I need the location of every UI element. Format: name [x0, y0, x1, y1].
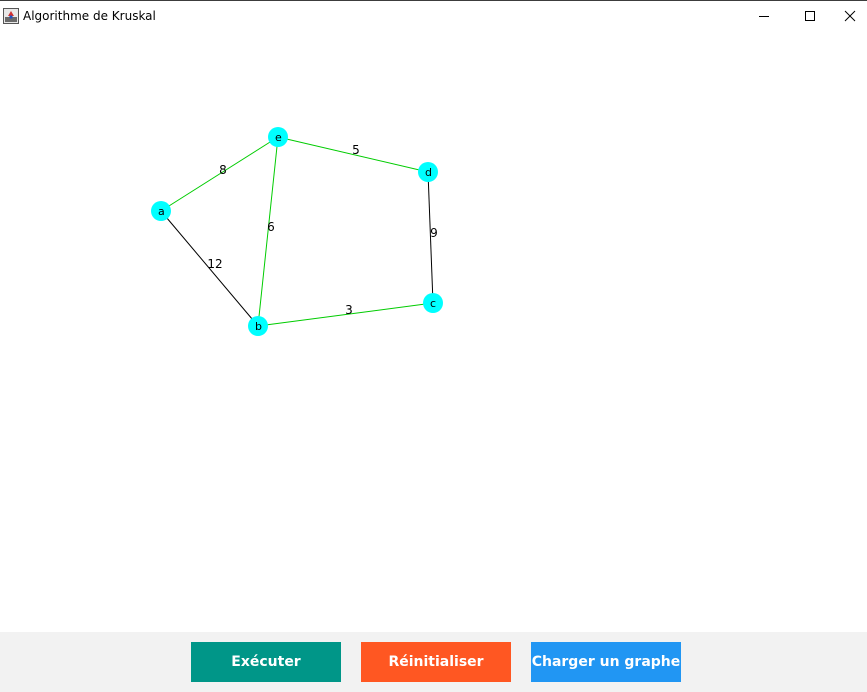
title-bar[interactable]: Algorithme de Kruskal [0, 0, 867, 30]
minimize-icon [759, 15, 769, 17]
reset-button[interactable]: Réinitialiser [361, 642, 511, 682]
node-label-e: e [275, 131, 282, 144]
node-label-b: b [255, 320, 262, 333]
close-button[interactable] [833, 1, 867, 30]
java-app-icon [3, 8, 19, 24]
node-label-c: c [430, 297, 436, 310]
execute-button[interactable]: Exécuter [191, 642, 341, 682]
edge-weight-e-d: 5 [352, 143, 360, 157]
close-icon [844, 10, 856, 21]
edge-weight-a-e: 8 [219, 163, 227, 177]
edge-weight-d-c: 9 [430, 226, 438, 240]
edge-weight-e-b: 6 [267, 220, 275, 234]
app-window: Algorithme de Kruskal 8 5 6 12 9 3 a b c d e Exécu… [0, 0, 867, 692]
node-label-d: d [425, 166, 432, 179]
edge-weight-b-c: 3 [345, 303, 353, 317]
window-title: Algorithme de Kruskal [23, 9, 156, 23]
load-graph-button[interactable]: Charger un graphe [531, 642, 681, 682]
maximize-icon [805, 10, 815, 21]
minimize-button[interactable] [741, 1, 787, 30]
edge-weight-a-b: 12 [207, 257, 222, 271]
node-label-a: a [158, 205, 165, 218]
maximize-button[interactable] [787, 1, 833, 30]
button-panel: Exécuter Réinitialiser Charger un graphe [0, 632, 867, 692]
graph-drawing: 8 5 6 12 9 3 a b c d e [151, 127, 443, 336]
graph-canvas[interactable]: 8 5 6 12 9 3 a b c d e [0, 30, 867, 632]
